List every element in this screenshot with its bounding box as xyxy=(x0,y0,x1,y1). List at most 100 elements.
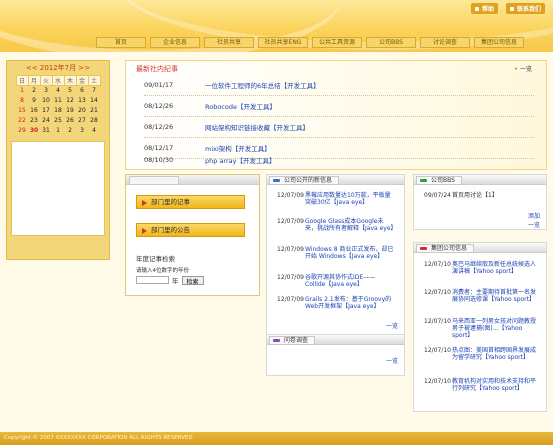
search-button[interactable]: 检索 xyxy=(181,275,204,286)
item-link[interactable]: Windows 8 商业正式发布，却已开始 Windows【Java eye】 xyxy=(305,246,395,260)
calendar-day[interactable]: 20 xyxy=(76,106,88,116)
contact-link[interactable]: 联系我们 xyxy=(505,3,545,14)
nav-member-share[interactable]: 社员共享 xyxy=(204,37,254,48)
calendar-day[interactable]: 17 xyxy=(40,106,52,116)
company-news-more-link[interactable]: 一览 xyxy=(386,321,398,330)
main-nav: 首页 企业信息 社员共享 社员共享ENG 公共工具资源 公司BBS 讨论调查 集… xyxy=(96,37,524,48)
calendar-day[interactable]: 18 xyxy=(52,106,64,116)
group-news-item: 12/07/10 奥巴马继续取及新任总统候选人演讲稿【Yahoo sport】 xyxy=(424,261,538,275)
nav-company-bbs[interactable]: 公司BBS xyxy=(366,37,416,48)
calendar-day[interactable]: 11 xyxy=(52,96,64,106)
survey-more-link[interactable]: 一览 xyxy=(386,356,398,365)
news-link[interactable]: php array【开发工具】 xyxy=(205,155,275,165)
calendar-day-today[interactable]: 30 xyxy=(28,126,40,136)
item-link[interactable]: 黑莓应用数量达10万款，平板量突破30亿【Java eye】 xyxy=(305,192,395,206)
item-link[interactable]: 首页用讨论【1】 xyxy=(452,192,498,199)
bbs-header: 公司BBS xyxy=(414,175,546,185)
latest-news-title: 最新社内纪事 xyxy=(136,65,178,73)
help-icon xyxy=(474,6,479,11)
news-link[interactable]: 网站架构知识链接收藏【开发工具】 xyxy=(205,122,309,132)
help-link[interactable]: 帮助 xyxy=(470,3,498,14)
calendar-day[interactable]: 9 xyxy=(28,96,40,106)
item-link[interactable]: Grails 2.1发布：基于Groovy的Web开发框架【Java eye】 xyxy=(305,296,395,310)
calendar-day[interactable]: 10 xyxy=(40,96,52,106)
item-date: 12/07/10 xyxy=(424,347,451,354)
company-news-header: 公司公开的新信息 xyxy=(267,175,404,185)
calendar-title[interactable]: << 2012年7月 >> xyxy=(7,61,109,75)
nav-survey[interactable]: 讨论调查 xyxy=(420,37,470,48)
calendar-day[interactable]: 15 xyxy=(16,106,28,116)
news-row: 08/12/26 网站架构知识链接收藏【开发工具】 xyxy=(144,117,534,138)
item-link[interactable]: 消费者：主要期待首批第一名发展协同选修课【Yahoo sport】 xyxy=(452,289,538,303)
calendar-day[interactable]: 7 xyxy=(88,86,100,96)
calendar-day[interactable]: 14 xyxy=(88,96,100,106)
mail-icon xyxy=(509,6,514,11)
item-link[interactable]: 奥巴马继续取及新任总统候选人演讲稿【Yahoo sport】 xyxy=(452,261,538,275)
group-news-item: 12/07/10 教育机构对实用和技术支持和平行列研究【Yahoo sport】 xyxy=(424,378,538,392)
calendar-day[interactable]: 12 xyxy=(64,96,76,106)
annual-search-hint: 请输入4位数字的年份 xyxy=(136,268,189,274)
survey-tab[interactable]: 问卷调查 xyxy=(269,336,316,345)
calendar-day[interactable]: 31 xyxy=(40,126,52,136)
weekday: 金 xyxy=(75,75,89,86)
company-news-tab[interactable]: 公司公开的新信息 xyxy=(269,176,340,185)
news-link[interactable]: Robocode【开发工具】 xyxy=(205,101,276,111)
nav-company-info[interactable]: 企业信息 xyxy=(150,37,200,48)
calendar-day[interactable]: 2 xyxy=(64,126,76,136)
department-notices-button[interactable]: 部门里的公告 xyxy=(136,223,245,237)
calendar-day[interactable]: 4 xyxy=(52,86,64,96)
footer-copyright: Copyright © 2007 XXXXXXXX CORPORATION AL… xyxy=(0,432,553,445)
calendar-day[interactable]: 8 xyxy=(16,96,28,106)
calendar-day[interactable]: 29 xyxy=(16,126,28,136)
item-link[interactable]: 教育机构对实用和技术支持和平行列研究【Yahoo sport】 xyxy=(452,378,538,392)
calendar-day[interactable]: 13 xyxy=(76,96,88,106)
bbs-panel: 公司BBS 09/07/24 首页用讨论【1】 添加 一览 xyxy=(413,174,547,230)
calendar-day[interactable]: 21 xyxy=(88,106,100,116)
calendar-day[interactable]: 23 xyxy=(28,116,40,126)
calendar-day[interactable]: 22 xyxy=(16,116,28,126)
news-link[interactable]: 一位软件工程师的6年总结【开发工具】 xyxy=(205,80,320,90)
item-link[interactable]: 马来西亚一列男女孩对问题教授 男子被逮捕(图)…【Yahoo sport】 xyxy=(452,318,538,339)
calendar-day[interactable]: 1 xyxy=(52,126,64,136)
item-link[interactable]: Google Glass成本Google未来，挑战所有者解释【Java eye】 xyxy=(305,218,397,232)
item-link[interactable]: 热点图：美国首相跨国界发展成为留学研究【Yahoo sport】 xyxy=(452,347,538,361)
bbs-post-link[interactable]: 添加 xyxy=(528,211,540,220)
bbs-more-link[interactable]: 一览 xyxy=(528,220,540,229)
nav-member-share-eng[interactable]: 社员共享ENG xyxy=(258,37,308,48)
group-news-item: 12/07/10 马来西亚一列男女孩对问题教授 男子被逮捕(图)…【Yahoo … xyxy=(424,318,538,339)
group-news-panel: 集团公司信息 12/07/10 奥巴马继续取及新任总统候选人演讲稿【Yahoo … xyxy=(413,242,547,412)
calendar-day[interactable]: 16 xyxy=(28,106,40,116)
calendar-day[interactable]: 3 xyxy=(76,126,88,136)
main-area: << 2012年7月 >> 日 月 火 水 木 金 土 1 2 3 4 5 6 … xyxy=(0,52,553,432)
calendar-day[interactable]: 28 xyxy=(88,116,100,126)
company-news-item: 12/07/09 谷歌开源其协作式IDE——Collide【Java eye】 xyxy=(277,274,395,288)
nav-home[interactable]: 首页 xyxy=(96,37,146,48)
news-date: 08/10/30 xyxy=(144,155,174,164)
news-row: 08/10/30 php array【开发工具】 xyxy=(144,149,534,170)
group-news-tab[interactable]: 集团公司信息 xyxy=(416,244,475,253)
group-news-header: 集团公司信息 xyxy=(414,243,546,253)
weekday: 木 xyxy=(63,75,77,86)
bbs-tab[interactable]: 公司BBS xyxy=(416,176,462,185)
latest-news-more-link[interactable]: • 一览 xyxy=(514,64,532,73)
calendar-day[interactable]: 27 xyxy=(76,116,88,126)
calendar-day[interactable]: 24 xyxy=(40,116,52,126)
bbs-item: 09/07/24 首页用讨论【1】 xyxy=(424,192,498,199)
calendar-day[interactable]: 4 xyxy=(88,126,100,136)
year-suffix: 年 xyxy=(172,277,179,285)
nav-group-info[interactable]: 集团公司信息 xyxy=(474,37,524,48)
calendar-day[interactable]: 2 xyxy=(28,86,40,96)
calendar-day[interactable]: 6 xyxy=(76,86,88,96)
item-link[interactable]: 谷歌开源其协作式IDE——Collide【Java eye】 xyxy=(305,274,395,288)
calendar-day[interactable]: 5 xyxy=(64,86,76,96)
company-news-item: 12/07/09 Google Glass成本Google未来，挑战所有者解释【… xyxy=(277,218,397,232)
weekday: 土 xyxy=(87,75,101,86)
calendar-day[interactable]: 3 xyxy=(40,86,52,96)
calendar-day[interactable]: 1 xyxy=(16,86,28,96)
department-notes-button[interactable]: 部门里的记事 xyxy=(136,195,245,209)
calendar-day[interactable]: 25 xyxy=(52,116,64,126)
nav-public-tools[interactable]: 公共工具资源 xyxy=(312,37,362,48)
calendar-day[interactable]: 19 xyxy=(64,106,76,116)
calendar-day[interactable]: 26 xyxy=(64,116,76,126)
year-input[interactable] xyxy=(136,276,169,284)
